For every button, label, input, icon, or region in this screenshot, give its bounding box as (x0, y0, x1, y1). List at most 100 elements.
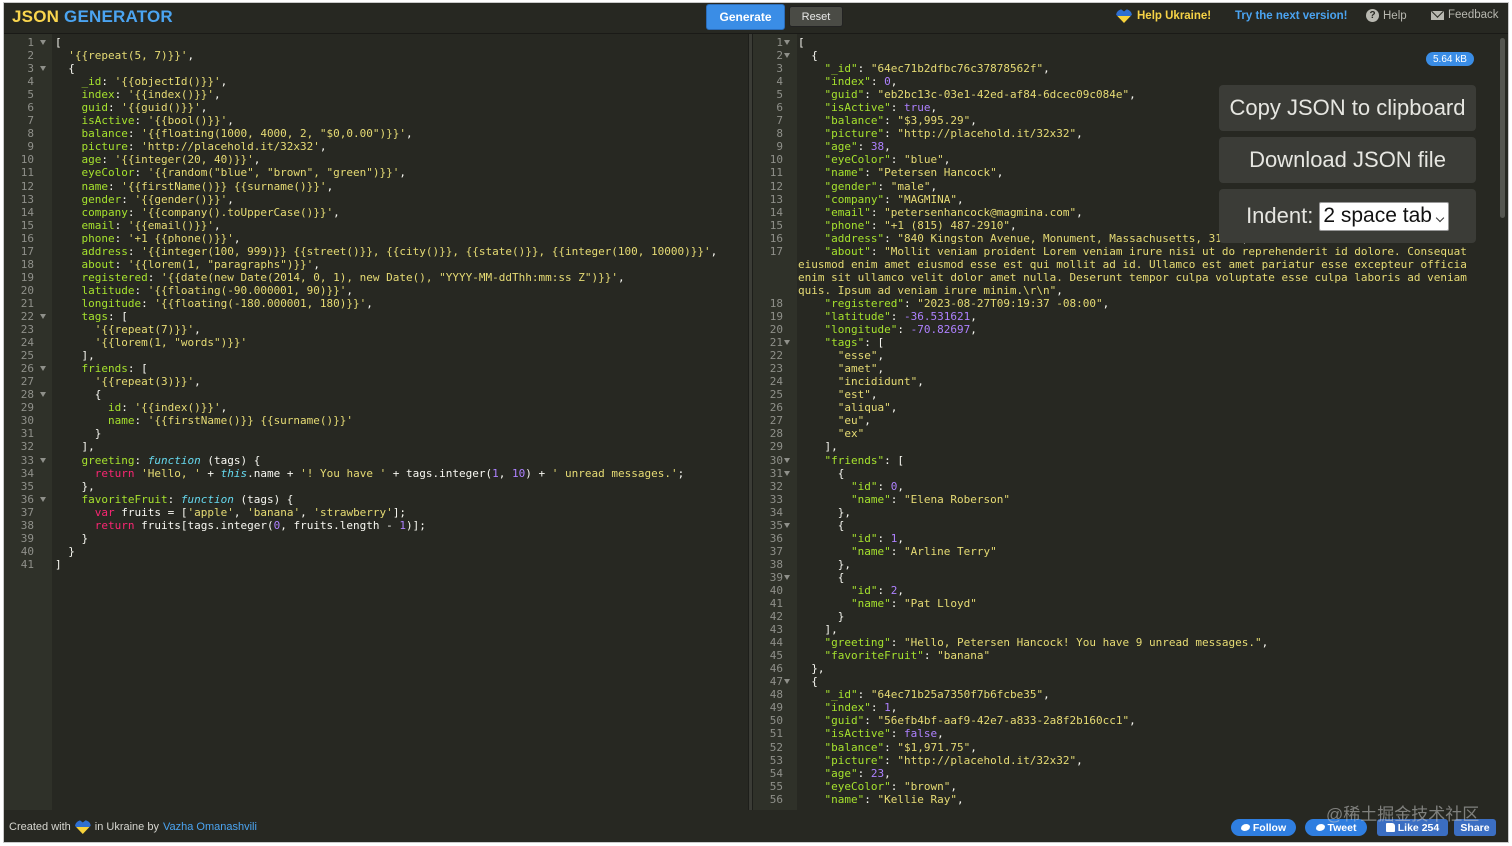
code-line[interactable]: 20 "longitude": -70.82697, (753, 323, 1508, 336)
fold-arrow-icon[interactable] (40, 313, 46, 319)
code-line[interactable]: 19 "latitude": -36.531621, (753, 310, 1508, 323)
code-line[interactable]: 22 "esse", (753, 349, 1508, 362)
code-line[interactable]: 28 { (4, 388, 748, 401)
code-line[interactable]: 22 tags: [ (4, 310, 748, 323)
template-editor[interactable]: 1[2 '{{repeat(5, 7)}}', 3 {4 _id: '{{obje… (4, 34, 748, 810)
code-line[interactable]: 33 greeting: function (tags) { (4, 454, 748, 467)
code-line[interactable]: 2 '{{repeat(5, 7)}}', (4, 49, 748, 62)
code-line[interactable]: 33 "name": "Elena Roberson" (753, 493, 1508, 506)
code-line[interactable]: 47 { (753, 675, 1508, 688)
fold-arrow-icon[interactable] (40, 392, 46, 398)
indent-select[interactable]: 2 space tab (1319, 201, 1449, 231)
fold-arrow-icon[interactable] (40, 457, 46, 463)
code-line[interactable]: 2 { (753, 49, 1508, 62)
code-line[interactable]: 26 "aliqua", (753, 401, 1508, 414)
code-line-about[interactable]: 17 "about": "Mollit veniam proident Lore… (753, 245, 1508, 297)
code-line[interactable]: 34 return 'Hello, ' + this.name + '! You… (4, 467, 748, 480)
code-line[interactable]: 29 ], (753, 440, 1508, 453)
fold-arrow-icon[interactable] (784, 522, 790, 528)
fold-arrow-icon[interactable] (784, 40, 790, 45)
code-line[interactable]: 45 "favoriteFruit": "banana" (753, 649, 1508, 662)
code-line[interactable]: 35 }, (4, 480, 748, 493)
fold-arrow-icon[interactable] (784, 679, 790, 685)
code-line[interactable]: 31 { (753, 467, 1508, 480)
code-line[interactable]: 31 } (4, 427, 748, 440)
code-line[interactable]: 30 "friends": [ (753, 454, 1508, 467)
code-line[interactable]: 5 index: '{{index()}}', (4, 88, 748, 101)
code-line[interactable]: 15 email: '{{email()}}', (4, 219, 748, 232)
code-line[interactable]: 26 friends: [ (4, 362, 748, 375)
code-line[interactable]: 32 "id": 0, (753, 480, 1508, 493)
code-line[interactable]: 19 registered: '{{date(new Date(2014, 0,… (4, 271, 748, 284)
code-line[interactable]: 39 } (4, 532, 748, 545)
code-line[interactable]: 1[ (753, 36, 1508, 49)
code-line[interactable]: 20 latitude: '{{floating(-90.000001, 90)… (4, 284, 748, 297)
code-line[interactable]: 6 guid: '{{guid()}}', (4, 101, 748, 114)
help-ukraine-link[interactable]: Help Ukraine! (1116, 9, 1211, 23)
code-line[interactable]: 35 { (753, 519, 1508, 532)
generate-button[interactable]: Generate (706, 4, 785, 30)
code-line[interactable]: 9 picture: 'http://placehold.it/32x32', (4, 140, 748, 153)
code-line[interactable]: 53 "picture": "http://placehold.it/32x32… (753, 754, 1508, 767)
fold-arrow-icon[interactable] (40, 496, 46, 502)
code-line[interactable]: 11 eyeColor: '{{random("blue", "brown", … (4, 166, 748, 179)
code-line[interactable]: 55 "eyeColor": "brown", (753, 780, 1508, 793)
code-line[interactable]: 36 "id": 1, (753, 532, 1508, 545)
code-line[interactable]: 18 "registered": "2023-08-27T09:19:37 -0… (753, 297, 1508, 310)
fold-arrow-icon[interactable] (784, 457, 790, 463)
code-line[interactable]: 12 name: '{{firstName()}} {{surname()}}'… (4, 180, 748, 193)
download-json-button[interactable]: Download JSON file (1219, 137, 1476, 183)
code-line[interactable]: 30 name: '{{firstName()}} {{surname()}}' (4, 414, 748, 427)
code-line[interactable]: 38 return fruits[tags.integer(0, fruits.… (4, 519, 748, 532)
code-line[interactable]: 16 phone: '+1 {{phone()}}', (4, 232, 748, 245)
code-line[interactable]: 24 "incididunt", (753, 375, 1508, 388)
code-line[interactable]: 27 "eu", (753, 414, 1508, 427)
code-line[interactable]: 48 "_id": "64ec71b25a7350f7b6fcbe35", (753, 688, 1508, 701)
code-line[interactable]: 40 } (4, 545, 748, 558)
code-line[interactable]: 4 _id: '{{objectId()}}', (4, 75, 748, 88)
code-line[interactable]: 51 "isActive": false, (753, 727, 1508, 740)
code-line[interactable]: 8 balance: '{{floating(1000, 4000, 2, "$… (4, 127, 748, 140)
code-line[interactable]: 7 isActive: '{{bool()}}', (4, 114, 748, 127)
code-line[interactable]: 21 "tags": [ (753, 336, 1508, 349)
code-line[interactable]: 25 "est", (753, 388, 1508, 401)
code-line[interactable]: 44 "greeting": "Hello, Petersen Hancock!… (753, 636, 1508, 649)
code-line[interactable]: 39 { (753, 571, 1508, 584)
code-line[interactable]: 23 '{{repeat(7)}}', (4, 323, 748, 336)
code-line[interactable]: 27 '{{repeat(3)}}', (4, 375, 748, 388)
code-line[interactable]: 42 } (753, 610, 1508, 623)
code-line[interactable]: 32 ], (4, 440, 748, 453)
code-line[interactable]: 41 "name": "Pat Lloyd" (753, 597, 1508, 610)
output-scrollbar[interactable] (1500, 38, 1505, 218)
copy-json-button[interactable]: Copy JSON to clipboard (1219, 85, 1476, 131)
code-line[interactable]: 52 "balance": "$1,971.75", (753, 741, 1508, 754)
code-line[interactable]: 23 "amet", (753, 362, 1508, 375)
fold-arrow-icon[interactable] (784, 470, 790, 476)
code-line[interactable]: 37 var fruits = ['apple', 'banana', 'str… (4, 506, 748, 519)
fold-arrow-icon[interactable] (40, 40, 46, 45)
help-link[interactable]: ? Help (1366, 9, 1407, 22)
code-line[interactable]: 3 { (4, 62, 748, 75)
author-link[interactable]: Vazha Omanashvili (163, 821, 257, 833)
code-line[interactable]: 34 }, (753, 506, 1508, 519)
code-line[interactable]: 36 favoriteFruit: function (tags) { (4, 493, 748, 506)
code-line[interactable]: 38 }, (753, 558, 1508, 571)
code-line[interactable]: 46 }, (753, 662, 1508, 675)
code-line[interactable]: 13 gender: '{{gender()}}', (4, 193, 748, 206)
reset-button[interactable]: Reset (789, 6, 843, 27)
code-line[interactable]: 17 address: '{{integer(100, 999)}} {{str… (4, 245, 748, 258)
fold-arrow-icon[interactable] (40, 66, 46, 72)
code-line[interactable]: 10 age: '{{integer(20, 40)}}', (4, 153, 748, 166)
code-line[interactable]: 49 "index": 1, (753, 701, 1508, 714)
code-line[interactable]: 1[ (4, 36, 748, 49)
code-line[interactable]: 25 ], (4, 349, 748, 362)
template-code[interactable]: 1[2 '{{repeat(5, 7)}}', 3 {4 _id: '{{obje… (4, 36, 748, 571)
follow-button[interactable]: Follow (1231, 819, 1296, 836)
fold-arrow-icon[interactable] (784, 53, 790, 59)
code-line[interactable]: 54 "age": 23, (753, 767, 1508, 780)
code-line[interactable]: 41] (4, 558, 748, 571)
code-line[interactable]: 18 about: '{{lorem(1, "paragraphs")}}', (4, 258, 748, 271)
code-line[interactable]: 3 "_id": "64ec71b2dfbc76c37878562f", (753, 62, 1508, 75)
feedback-link[interactable]: Feedback (1431, 9, 1499, 21)
code-line[interactable]: 40 "id": 2, (753, 584, 1508, 597)
